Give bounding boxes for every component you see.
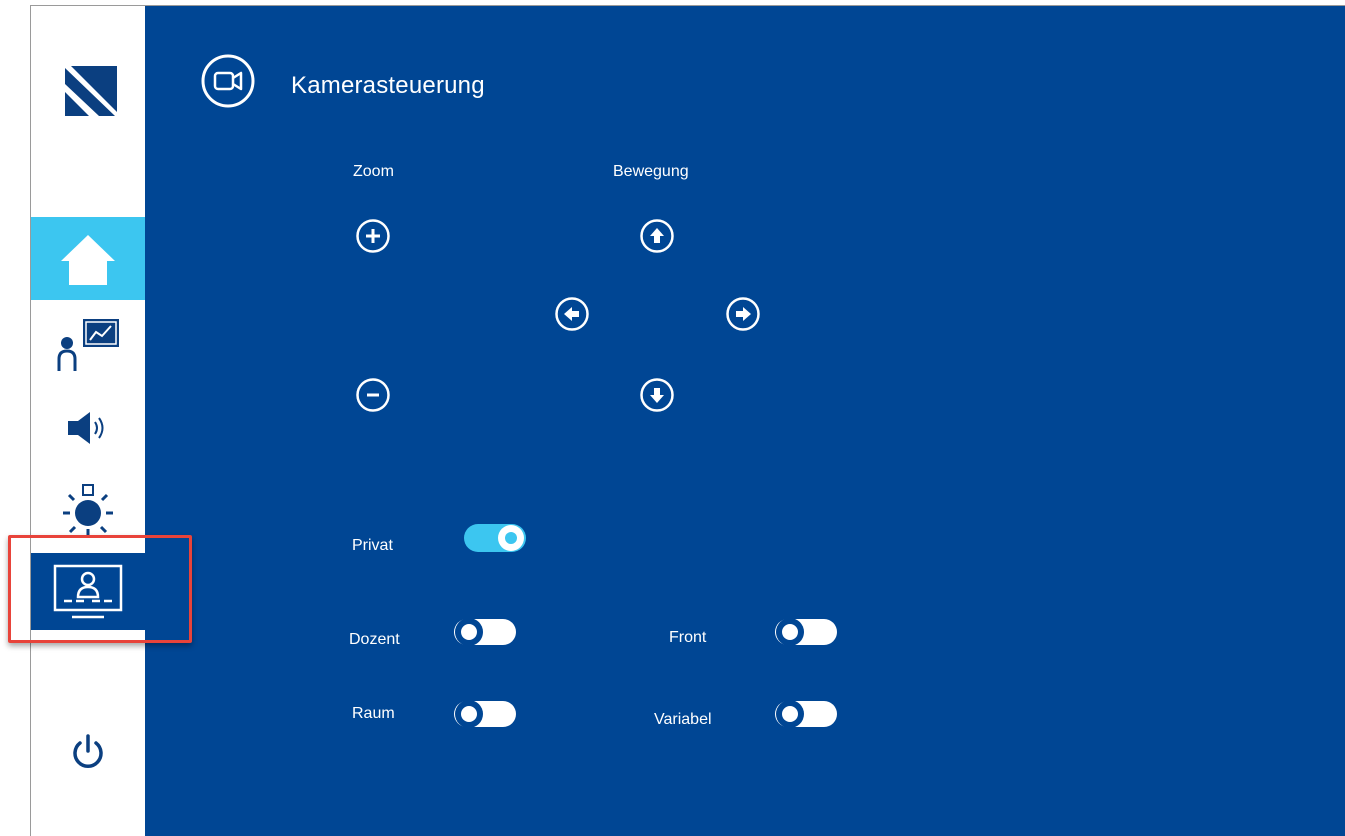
move-right-button[interactable] bbox=[726, 297, 760, 331]
variabel-toggle[interactable] bbox=[774, 698, 838, 730]
page-title: Kamerasteuerung bbox=[291, 72, 485, 99]
camera-view-icon bbox=[53, 564, 123, 618]
home-icon bbox=[61, 234, 115, 285]
sidebar-item-home[interactable] bbox=[31, 217, 145, 300]
sidebar-item-camera[interactable] bbox=[31, 553, 145, 630]
camera-icon bbox=[201, 54, 255, 108]
privat-toggle[interactable] bbox=[463, 522, 527, 554]
speaker-icon bbox=[68, 412, 104, 444]
main-panel: Kamerasteuerung Zoom Bewegung Privat Doz… bbox=[145, 6, 1345, 836]
sidebar-item-audio[interactable] bbox=[31, 392, 145, 464]
raum-label: Raum bbox=[352, 705, 395, 722]
privat-label: Privat bbox=[352, 537, 393, 554]
move-down-button[interactable] bbox=[640, 378, 674, 412]
light-bulb-icon bbox=[63, 484, 113, 536]
front-label: Front bbox=[669, 629, 707, 646]
sidebar-item-light[interactable] bbox=[31, 470, 145, 548]
zoom-label: Zoom bbox=[353, 163, 394, 180]
movement-label: Bewegung bbox=[613, 163, 689, 180]
zoom-in-button[interactable] bbox=[356, 219, 390, 253]
zoom-out-button[interactable] bbox=[356, 378, 390, 412]
brand-logo-icon bbox=[65, 66, 117, 116]
front-toggle[interactable] bbox=[774, 616, 838, 648]
app-frame: Kamerasteuerung Zoom Bewegung Privat Doz… bbox=[0, 0, 1345, 836]
sidebar-item-presenter[interactable] bbox=[31, 308, 145, 380]
move-left-button[interactable] bbox=[555, 297, 589, 331]
power-icon bbox=[73, 734, 103, 768]
dozent-toggle[interactable] bbox=[453, 616, 517, 648]
sidebar-item-power[interactable] bbox=[31, 718, 145, 786]
move-up-button[interactable] bbox=[640, 219, 674, 253]
dozent-label: Dozent bbox=[349, 631, 400, 648]
presenter-chart-icon bbox=[57, 319, 119, 371]
raum-toggle[interactable] bbox=[453, 698, 517, 730]
sidebar bbox=[31, 6, 145, 836]
variabel-label: Variabel bbox=[654, 711, 712, 728]
